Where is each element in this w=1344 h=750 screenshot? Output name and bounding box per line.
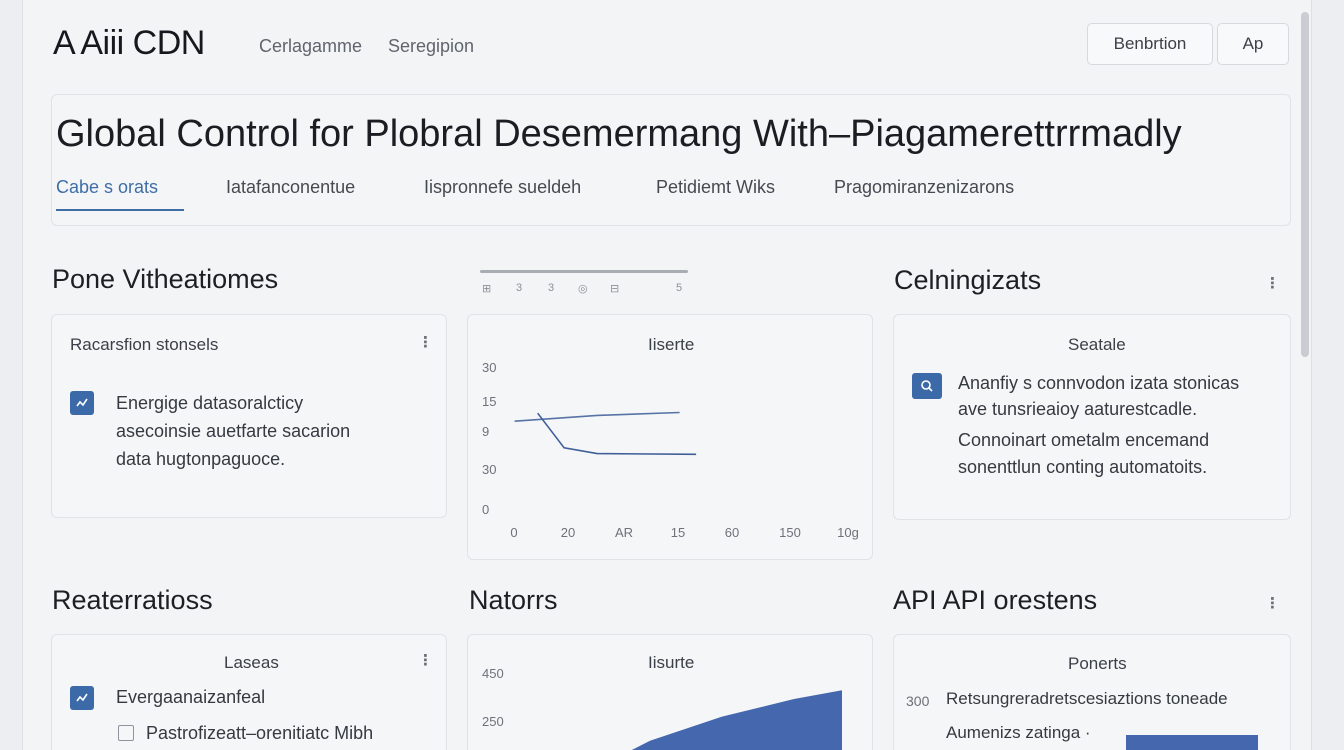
- top-bar: A Aiii CDN Cerlagamme Seregipion Benbrti…: [23, 0, 1311, 76]
- progress-bar: [1126, 735, 1258, 750]
- nav-link-2[interactable]: Seregipion: [388, 36, 474, 57]
- card-line-3: Connoinart ometalm encemand: [958, 430, 1210, 450]
- series-line: [514, 411, 680, 422]
- row-value: 300: [906, 693, 930, 709]
- active-tab-indicator: [56, 209, 184, 211]
- app-logo[interactable]: A Aiii CDN: [53, 24, 205, 63]
- row-label-1: Retsungreradretscesiaztions toneade: [946, 689, 1228, 708]
- card-chart-top: Iiserte 30 15 9 30 0 0 20 AR 15 60 150 10g: [467, 314, 873, 560]
- x-tick-label: 15: [671, 525, 685, 540]
- y-tick-label: 250: [482, 714, 504, 729]
- app-window: A Aiii CDN Cerlagamme Seregipion Benbrti…: [22, 0, 1312, 750]
- y-tick-label: 0: [482, 502, 489, 517]
- section-title-bottom-left: Reaterratioss: [52, 585, 213, 615]
- mini-tick-2[interactable]: 3: [516, 282, 522, 294]
- chart-icon: [70, 686, 94, 710]
- target-icon[interactable]: ◎: [578, 282, 588, 295]
- chart-icon: [70, 391, 94, 415]
- y-tick-label: 450: [482, 666, 504, 681]
- mini-tick-6[interactable]: 5: [676, 282, 682, 294]
- card-heading: Laseas: [224, 653, 279, 672]
- card-heading: Racarsfion stonsels: [70, 335, 219, 354]
- y-tick-label: 30: [482, 360, 496, 375]
- card-bottom-left: Laseas ⋮ Evergaanaizanfeal Pastrofizeatt…: [51, 634, 447, 750]
- tab-3[interactable]: Iispronnefe sueldeh: [424, 177, 581, 198]
- page-title: Global Control for Plobral Desemermang W…: [56, 113, 1182, 155]
- area-chart: 450 250: [482, 666, 842, 750]
- card-line-3: data hugtonpaguoce.: [116, 449, 286, 469]
- hero-panel: Global Control for Plobral Desemermang W…: [51, 94, 1291, 226]
- card-top-left: Racarsfion stonsels ⋮ Energige datasoral…: [51, 314, 447, 518]
- row-label-2: Aumenizs zatinga ·: [946, 723, 1091, 742]
- header-button-2[interactable]: Ap: [1217, 23, 1289, 65]
- area-fill: [631, 690, 842, 750]
- x-tick-label: 150: [779, 525, 801, 540]
- card-line-1: Energige datasoralcticy: [116, 393, 304, 413]
- list-item-1: Evergaanaizanfeal: [116, 687, 266, 707]
- y-tick-label: 9: [482, 424, 489, 439]
- card-top-right: Seatale Ananfiy s connvodon izata stonic…: [893, 314, 1291, 520]
- series-line: [537, 412, 697, 456]
- tab-1[interactable]: Cabe s orats: [56, 177, 158, 198]
- grid-icon[interactable]: ⊞: [482, 282, 491, 295]
- tab-5[interactable]: Pragomiranzenizarons: [834, 177, 1014, 198]
- x-tick-label: 20: [561, 525, 575, 540]
- x-tick-label: 0: [510, 525, 517, 540]
- more-options-icon[interactable]: ⋮: [1265, 274, 1280, 292]
- tab-2[interactable]: Iatafanconentue: [226, 177, 355, 198]
- y-tick-label: 30: [482, 462, 496, 477]
- mini-track[interactable]: [480, 270, 688, 273]
- checkbox[interactable]: [118, 725, 134, 741]
- nav-link-1[interactable]: Cerlagamme: [259, 36, 362, 57]
- more-options-icon[interactable]: ⋮: [1265, 594, 1280, 612]
- x-tick-label: 60: [725, 525, 739, 540]
- tab-4[interactable]: Petidiemt Wiks: [656, 177, 775, 198]
- section-title-bottom-middle: Natorrs: [469, 585, 558, 615]
- card-heading: Ponerts: [1068, 654, 1127, 673]
- mini-toolbar: ⊞ 3 3 ◎ ⊟ 5: [480, 270, 688, 300]
- card-line-2: asecoinsie auetfarte sacarion: [116, 421, 351, 441]
- x-tick-label: AR: [615, 525, 633, 540]
- card-bottom-right: Ponerts 300 Retsungreradretscesiaztions …: [893, 634, 1291, 750]
- scrollbar[interactable]: [1301, 12, 1309, 357]
- section-title-bottom-right: API API orestens: [893, 585, 1098, 615]
- line-chart: 30 15 9 30 0 0 20 AR 15 60 150 10g: [482, 360, 859, 540]
- x-tick-label: 10g: [837, 525, 859, 540]
- y-tick-label: 15: [482, 394, 496, 409]
- minus-box-icon[interactable]: ⊟: [610, 282, 619, 295]
- card-heading: Seatale: [1068, 335, 1126, 354]
- more-options-icon[interactable]: ⋮: [418, 651, 433, 669]
- card-line-4: sonenttlun conting automatoits.: [958, 457, 1208, 477]
- search-icon[interactable]: [912, 373, 942, 399]
- header-button-1[interactable]: Benbrtion: [1087, 23, 1213, 65]
- section-title-top-left: Pone Vitheatiomes: [52, 264, 279, 294]
- card-line-2: ave tunsrieaioy aaturestcadle.: [958, 399, 1198, 419]
- section-title-top-right: Celningizats: [894, 265, 1042, 295]
- card-chart-bottom: Iisurte 450 250: [467, 634, 873, 750]
- mini-tick-3[interactable]: 3: [548, 282, 554, 294]
- list-item-2: Pastrofizeatt–orenitiatc Mibh: [146, 723, 374, 743]
- card-line-1: Ananfiy s connvodon izata stonicas: [958, 373, 1240, 393]
- more-options-icon[interactable]: ⋮: [418, 333, 433, 351]
